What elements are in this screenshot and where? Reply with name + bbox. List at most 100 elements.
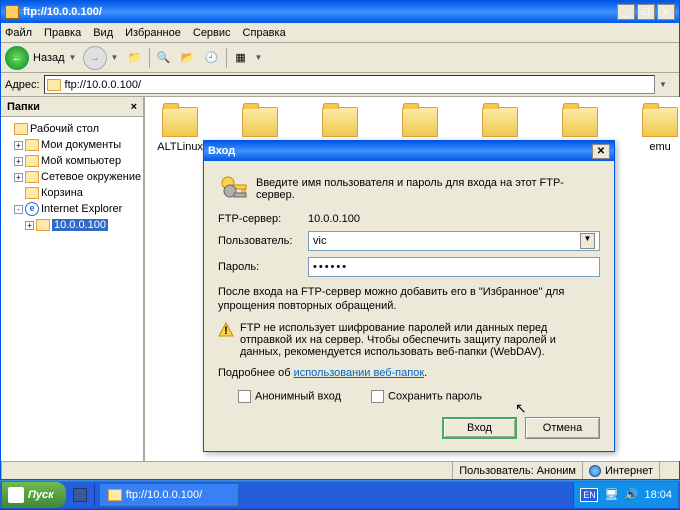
tree-item[interactable]: Рабочий стол — [3, 121, 141, 137]
windows-logo-icon — [8, 487, 24, 503]
menu-help[interactable]: Справка — [243, 27, 286, 39]
sidebar-header: Папки × — [1, 97, 143, 117]
dialog-close-button[interactable]: ✕ — [592, 144, 610, 159]
history-button[interactable]: 🕘 — [202, 48, 222, 68]
tree-label: Мой компьютер — [41, 155, 121, 167]
folder-icon — [108, 489, 122, 501]
folder-icon — [562, 107, 598, 137]
back-dropdown[interactable]: ▼ — [69, 53, 79, 62]
server-label: FTP-сервер: — [218, 213, 308, 225]
folder-icon — [25, 139, 39, 151]
keys-icon — [218, 173, 250, 205]
addressbar: Адрес: ftp://10.0.0.100/ ▼ — [1, 73, 679, 97]
address-dropdown[interactable]: ▼ — [659, 80, 675, 89]
menu-tools[interactable]: Сервис — [193, 27, 231, 39]
system-tray: EN 🖥 🔊 18:04 — [573, 482, 678, 508]
window-title: ftp://10.0.0.100/ — [23, 6, 615, 18]
folder-icon — [482, 107, 518, 137]
tree-label: Мои документы — [41, 139, 121, 151]
sidebar: Папки × Рабочий стол + Мои документы + Мой к… — [1, 97, 145, 461]
folder-icon — [402, 107, 438, 137]
globe-icon — [589, 465, 601, 477]
note-favorites: После входа на FTP-сервер можно добавить… — [218, 285, 600, 314]
dialog-titlebar[interactable]: Вход ✕ — [204, 141, 614, 161]
expander-icon[interactable]: + — [14, 173, 23, 182]
folder-icon — [25, 155, 39, 167]
expander-icon[interactable]: + — [14, 157, 23, 166]
password-label: Пароль: — [218, 261, 308, 273]
minimize-button[interactable]: _ — [617, 4, 635, 20]
forward-dropdown[interactable]: ▼ — [111, 53, 121, 62]
close-button[interactable]: ✕ — [657, 4, 675, 20]
taskbar-item[interactable]: ftp://10.0.0.100/ — [99, 483, 239, 507]
address-input[interactable]: ftp://10.0.0.100/ — [44, 75, 655, 94]
folder-icon — [642, 107, 678, 137]
start-button[interactable]: Пуск — [2, 482, 66, 508]
menu-favorites[interactable]: Избранное — [125, 27, 181, 39]
tree-item[interactable]: Корзина — [3, 185, 141, 201]
webfolders-link[interactable]: использовании веб-папок — [294, 367, 425, 379]
folder-item[interactable]: ALTLinux — [155, 107, 205, 153]
folder-icon — [162, 107, 198, 137]
sidebar-close[interactable]: × — [131, 101, 137, 113]
tree-label: Корзина — [41, 187, 83, 199]
up-button[interactable]: 📁 — [125, 48, 145, 68]
menu-view[interactable]: Вид — [93, 27, 113, 39]
login-dialog: Вход ✕ Введите имя пользователя и пароль… — [203, 140, 615, 452]
quicklaunch-save[interactable] — [70, 485, 90, 505]
search-button[interactable]: 🔍 — [154, 48, 174, 68]
menu-edit[interactable]: Правка — [44, 27, 81, 39]
expander-icon[interactable]: + — [25, 221, 34, 230]
folder-icon — [242, 107, 278, 137]
login-button[interactable]: Вход — [442, 417, 517, 439]
password-input[interactable]: •••••• — [308, 257, 600, 277]
folder-item[interactable]: emu — [635, 107, 680, 153]
tree-label: Сетевое окружение — [41, 171, 141, 183]
tree-item[interactable]: + Мой компьютер — [3, 153, 141, 169]
address-label: Адрес: — [5, 79, 40, 91]
folder-icon — [14, 123, 28, 135]
tree-item[interactable]: +10.0.0.100 — [3, 217, 141, 233]
tree-label: Рабочий стол — [30, 123, 99, 135]
titlebar[interactable]: ftp://10.0.0.100/ _ ☐ ✕ — [1, 1, 679, 23]
clock[interactable]: 18:04 — [644, 489, 672, 501]
folder-icon — [47, 79, 61, 91]
cancel-button[interactable]: Отмена — [525, 417, 600, 439]
tree-item[interactable]: + Сетевое окружение — [3, 169, 141, 185]
anonymous-checkbox[interactable]: Анонимный вход — [238, 390, 341, 403]
menu-file[interactable]: Файл — [5, 27, 32, 39]
forward-button[interactable]: → — [83, 46, 107, 70]
folders-button[interactable]: 📂 — [178, 48, 198, 68]
chevron-down-icon[interactable]: ▼ — [580, 233, 595, 249]
expander-icon[interactable]: + — [14, 141, 23, 150]
svg-text:!: ! — [224, 325, 228, 337]
views-button[interactable]: ▦ — [231, 48, 251, 68]
status-user: Пользователь: Аноним — [452, 462, 582, 479]
toolbar: ← Назад ▼ → ▼ 📁 🔍 📂 🕘 ▦ ▼ — [1, 43, 679, 73]
tree-item[interactable]: -eInternet Explorer — [3, 201, 141, 217]
folder-icon — [36, 219, 50, 231]
folder-icon — [322, 107, 358, 137]
save-password-checkbox[interactable]: Сохранить пароль — [371, 390, 482, 403]
tree-label: Internet Explorer — [41, 203, 122, 215]
taskbar: Пуск ftp://10.0.0.100/ EN 🖥 🔊 18:04 — [0, 480, 680, 510]
tray-icon[interactable]: 🖥 — [604, 488, 618, 502]
volume-icon[interactable]: 🔊 — [624, 488, 638, 502]
folder-icon — [25, 187, 39, 199]
language-indicator[interactable]: EN — [580, 488, 598, 502]
views-dropdown[interactable]: ▼ — [255, 53, 265, 62]
statusbar: Пользователь: Аноним Интернет — [1, 461, 679, 479]
tree-item[interactable]: + Мои документы — [3, 137, 141, 153]
expander-icon[interactable]: - — [14, 205, 23, 214]
server-value: 10.0.0.100 — [308, 213, 360, 225]
user-input[interactable]: vic ▼ — [308, 231, 600, 251]
warning-icon: ! — [218, 322, 234, 338]
address-value: ftp://10.0.0.100/ — [65, 79, 141, 91]
maximize-button[interactable]: ☐ — [637, 4, 655, 20]
menubar: Файл Правка Вид Избранное Сервис Справка — [1, 23, 679, 43]
warning-text: FTP не использует шифрование паролей или… — [240, 322, 600, 358]
folder-label: emu — [649, 141, 670, 153]
back-label: Назад — [33, 52, 65, 64]
ie-icon: e — [25, 202, 39, 216]
back-button[interactable]: ← — [5, 46, 29, 70]
